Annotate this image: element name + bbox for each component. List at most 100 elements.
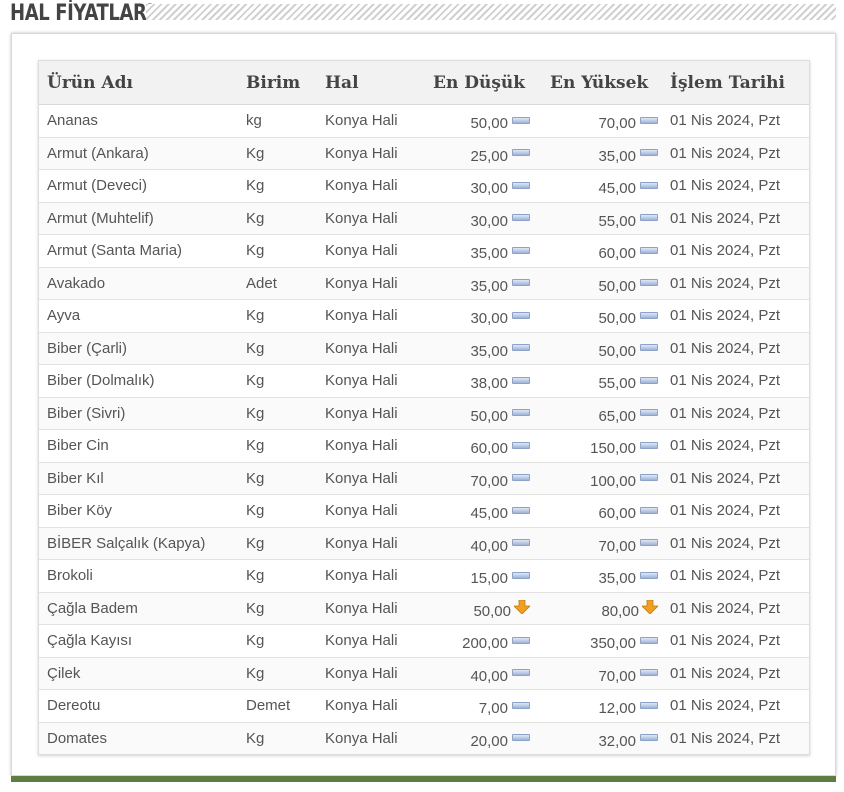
flat-trend-icon: [512, 474, 530, 482]
market-cell: Konya Hali: [317, 526, 417, 560]
flat-trend-icon: [640, 441, 658, 449]
max-price-cell: 60,00: [534, 494, 662, 527]
product-name-cell: Çağla Badem: [39, 591, 238, 625]
table-row: Armut (Muhtelif) Kg Konya Hali 30,00 55,00 01…: [39, 201, 809, 235]
flat-trend-icon: [512, 311, 530, 319]
table-row: Çilek Kg Konya Hali 40,00 70,00 01 Nis 2024, …: [39, 656, 809, 690]
table-row: Ananas kg Konya Hali 50,00 70,00 01 Nis 2024,…: [39, 104, 809, 137]
max-price-cell: 55,00: [534, 364, 662, 397]
table-row: Çağla Badem Kg Konya Hali 50,00 80,00 01 Nis …: [39, 591, 809, 625]
market-cell: Konya Hali: [317, 396, 417, 430]
min-price-value: 40,00: [470, 667, 508, 685]
max-price-cell: 80,00: [534, 591, 662, 625]
flat-trend-icon: [640, 409, 658, 417]
max-price-value: 70,00: [598, 537, 636, 555]
flat-trend-icon: [640, 279, 658, 287]
flat-trend-icon: [512, 539, 530, 547]
date-cell: 01 Nis 2024, Pzt: [662, 624, 809, 657]
table-row: Brokoli Kg Konya Hali 15,00 35,00 01 Nis 2024…: [39, 559, 809, 592]
date-cell: 01 Nis 2024, Pzt: [662, 461, 809, 495]
table-row: Domates Kg Konya Hali 20,00 32,00 01 Nis 2024…: [39, 721, 809, 754]
price-table-container: Ürün Adı Birim Hal En Düşük En Yüksek İş…: [38, 60, 810, 755]
market-cell: Konya Hali: [317, 136, 417, 170]
min-price-value: 20,00: [470, 732, 508, 750]
unit-cell: Kg: [238, 169, 317, 202]
flat-trend-icon: [640, 311, 658, 319]
flat-trend-icon: [640, 149, 658, 157]
max-price-value: 32,00: [598, 732, 636, 750]
unit-cell: Kg: [238, 721, 317, 754]
market-cell: Konya Hali: [317, 299, 417, 332]
unit-cell: kg: [238, 104, 317, 137]
max-price-cell: 70,00: [534, 526, 662, 560]
flat-trend-icon: [512, 246, 530, 254]
flat-trend-icon: [512, 149, 530, 157]
unit-cell: Kg: [238, 526, 317, 560]
product-name-cell: Biber (Çarli): [39, 331, 238, 365]
product-name-cell: Armut (Muhtelif): [39, 201, 238, 235]
max-price-cell: 12,00: [534, 689, 662, 722]
product-name-cell: Domates: [39, 721, 238, 754]
max-price-value: 60,00: [598, 245, 636, 263]
product-name-cell: Armut (Santa Maria): [39, 234, 238, 267]
min-price-value: 35,00: [470, 277, 508, 295]
min-price-cell: 20,00: [417, 721, 534, 754]
column-header-min-price: En Düşük: [417, 61, 534, 105]
unit-cell: Kg: [238, 429, 317, 462]
max-price-cell: 65,00: [534, 396, 662, 430]
date-cell: 01 Nis 2024, Pzt: [662, 234, 809, 267]
min-price-cell: 45,00: [417, 494, 534, 527]
date-cell: 01 Nis 2024, Pzt: [662, 429, 809, 462]
table-row: Çağla Kayısı Kg Konya Hali 200,00 350,00 01 N…: [39, 624, 809, 657]
market-cell: Konya Hali: [317, 266, 417, 300]
min-price-cell: 200,00: [417, 624, 534, 657]
max-price-value: 55,00: [598, 212, 636, 230]
product-name-cell: Biber Cin: [39, 429, 238, 462]
flat-trend-icon: [512, 571, 530, 579]
max-price-cell: 60,00: [534, 234, 662, 267]
max-price-cell: 32,00: [534, 721, 662, 754]
flat-trend-icon: [640, 539, 658, 547]
unit-cell: Kg: [238, 201, 317, 235]
min-price-cell: 70,00: [417, 461, 534, 495]
column-header-market: Hal: [317, 61, 417, 105]
min-price-cell: 40,00: [417, 526, 534, 560]
min-price-value: 15,00: [470, 570, 508, 588]
flat-trend-icon: [512, 734, 530, 742]
min-price-cell: 60,00: [417, 429, 534, 462]
product-name-cell: Ayva: [39, 299, 238, 332]
min-price-value: 50,00: [470, 115, 508, 133]
max-price-value: 60,00: [598, 505, 636, 523]
market-cell: Konya Hali: [317, 559, 417, 592]
flat-trend-icon: [640, 116, 658, 124]
product-name-cell: Biber Kıl: [39, 461, 238, 495]
max-price-value: 100,00: [590, 472, 636, 490]
min-price-cell: 35,00: [417, 266, 534, 300]
max-price-cell: 100,00: [534, 461, 662, 495]
market-cell: Konya Hali: [317, 169, 417, 202]
market-cell: Konya Hali: [317, 104, 417, 137]
max-price-cell: 70,00: [534, 656, 662, 690]
date-cell: 01 Nis 2024, Pzt: [662, 169, 809, 202]
unit-cell: Kg: [238, 559, 317, 592]
flat-trend-icon: [512, 409, 530, 417]
flat-trend-icon: [512, 701, 530, 709]
date-cell: 01 Nis 2024, Pzt: [662, 364, 809, 397]
min-price-value: 40,00: [470, 537, 508, 555]
product-name-cell: Armut (Ankara): [39, 136, 238, 170]
max-price-cell: 35,00: [534, 559, 662, 592]
product-name-cell: Çağla Kayısı: [39, 624, 238, 657]
product-name-cell: BİBER Salçalık (Kapya): [39, 526, 238, 560]
min-price-cell: 35,00: [417, 331, 534, 365]
product-name-cell: Biber (Sivri): [39, 396, 238, 430]
max-price-value: 150,00: [590, 440, 636, 458]
min-price-cell: 35,00: [417, 234, 534, 267]
min-price-value: 30,00: [470, 212, 508, 230]
product-name-cell: Brokoli: [39, 559, 238, 592]
date-cell: 01 Nis 2024, Pzt: [662, 689, 809, 722]
flat-trend-icon: [640, 571, 658, 579]
market-cell: Konya Hali: [317, 429, 417, 462]
max-price-value: 65,00: [598, 407, 636, 425]
min-price-cell: 30,00: [417, 299, 534, 332]
flat-trend-icon: [640, 669, 658, 677]
